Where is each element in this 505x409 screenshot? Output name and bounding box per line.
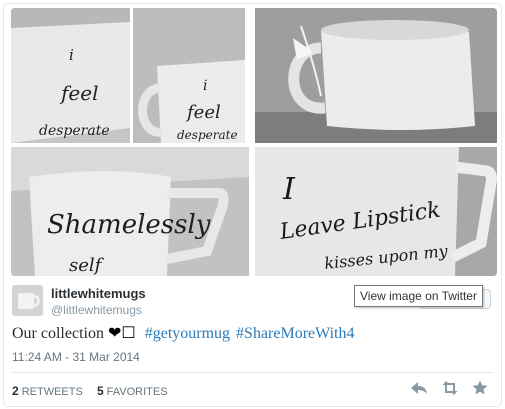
tweet-text: Our collection ❤☐ #getyourmug #ShareMoreW… <box>12 323 360 343</box>
favorite-count[interactable]: 5 <box>97 384 104 398</box>
reply-icon[interactable] <box>410 379 428 397</box>
avatar[interactable] <box>12 285 43 316</box>
photo-mug-shamelessly[interactable]: Shamelessly self <box>11 147 249 276</box>
photo-mug-leave-lipstick[interactable]: I Leave Lipstick kisses upon my <box>255 147 497 276</box>
embedded-tweet-card: i feel desperate i feel desperate Shamel… <box>3 3 502 407</box>
tweet-actions <box>402 379 489 399</box>
tweet-stats: 2 RETWEETS 5 FAVORITES <box>12 384 168 398</box>
view-image-tooltip: View image on Twitter <box>354 285 483 307</box>
retweet-label[interactable]: RETWEETS <box>22 386 83 398</box>
tweet-body: Our collection <box>12 325 104 342</box>
photo-mug-feel-desperate-2[interactable]: i feel desperate <box>133 8 245 143</box>
retweet-count[interactable]: 2 <box>12 384 19 398</box>
tweet-timestamp[interactable]: 11:24 AM - 31 Mar 2014 <box>12 350 140 364</box>
user-full-name[interactable]: littlewhitemugs <box>51 286 146 301</box>
mug-text-line: desperate <box>177 128 238 142</box>
mug-text-line: desperate <box>39 123 110 139</box>
mug-text-line: i <box>203 78 207 94</box>
photo-mug-feel-desperate-1[interactable]: i feel desperate <box>11 8 130 143</box>
hashtag-link[interactable]: #ShareMoreWith4 <box>236 325 354 342</box>
hashtag-link[interactable]: #getyourmug <box>145 325 230 342</box>
mug-text-line: self <box>69 255 105 276</box>
mug-text-line: Shamelessly <box>47 210 211 240</box>
user-screen-name[interactable]: @littlewhitemugs <box>51 303 142 317</box>
photo-collage: i feel desperate i feel desperate Shamel… <box>11 8 497 276</box>
favorite-icon[interactable] <box>471 379 489 397</box>
photo-mug-with-ribbon[interactable] <box>255 8 497 143</box>
tweet-symbol: ☐ <box>121 325 136 342</box>
divider <box>12 372 493 373</box>
favorite-label[interactable]: FAVORITES <box>107 386 168 398</box>
heart-icon: ❤ <box>107 325 122 342</box>
retweet-icon[interactable] <box>441 379 459 397</box>
mug-text-line: feel <box>59 81 98 105</box>
mug-text-line: i <box>69 46 74 64</box>
mug-text-line: I <box>282 172 296 207</box>
mug-text-line: feel <box>185 102 221 123</box>
